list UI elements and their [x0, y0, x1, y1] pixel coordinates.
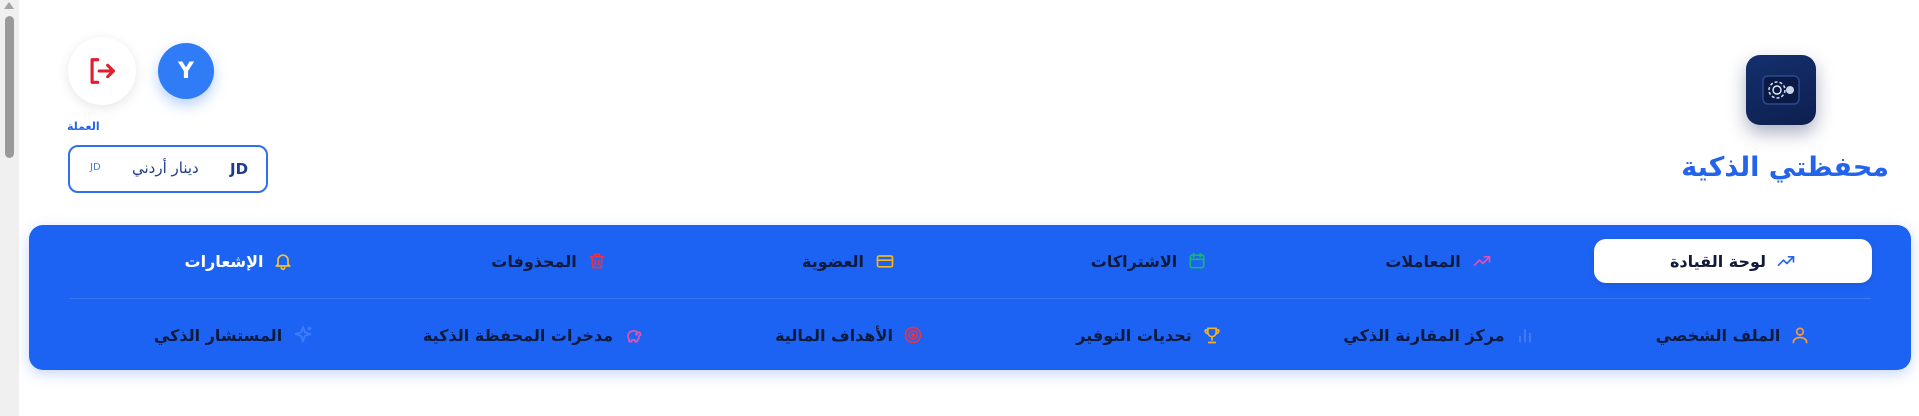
nav-item-label: الاشتراكات	[1090, 251, 1178, 271]
nav-item-label: المستشار الذكي	[153, 325, 283, 345]
nav-item-membership[interactable]: العضوية	[729, 239, 969, 283]
nav-item-label: مركز المقارنة الذكي	[1343, 325, 1505, 345]
nav-item-trash[interactable]: المحذوفات	[429, 239, 669, 283]
currency-symbol: JD	[90, 162, 101, 173]
main-navigation: لوحة القيادة المعاملات الاشتراكات العضوي…	[29, 225, 1911, 370]
trophy-icon	[1204, 327, 1220, 344]
nav-item-profile[interactable]: الملف الشخصي	[1599, 313, 1867, 357]
sparkles-icon	[294, 325, 312, 343]
logout-icon	[90, 58, 115, 84]
calendar-icon	[1189, 252, 1205, 269]
trend-icon	[1473, 255, 1491, 266]
currency-code: JD	[230, 160, 249, 178]
brand-title: محفظتي الذكية	[1681, 152, 1889, 183]
wallet-icon	[1762, 75, 1800, 105]
scrollbar[interactable]	[0, 0, 19, 416]
nav-item-saving-challenges[interactable]: تحديات التوفير	[1019, 313, 1279, 357]
nav-item-comparison-center[interactable]: مركز المقارنة الذكي	[1299, 313, 1579, 357]
nav-item-label: تحديات التوفير	[1076, 325, 1192, 345]
nav-item-dashboard[interactable]: لوحة القيادة	[1594, 239, 1872, 283]
nav-item-label: لوحة القيادة	[1669, 251, 1767, 271]
nav-item-label: الإشعارات	[184, 251, 264, 271]
app-page: محفظتي الذكية Y العملة JD دينار أردني JD…	[19, 0, 1919, 416]
nav-item-wallet-savings[interactable]: مدخرات المحفظة الذكية	[389, 313, 679, 357]
credit-card-icon	[876, 255, 894, 268]
scroll-up-arrow[interactable]	[4, 2, 14, 9]
trend-up-icon	[1777, 255, 1795, 266]
bell-icon	[275, 254, 291, 271]
user-avatar[interactable]: Y	[158, 43, 214, 99]
nav-item-label: المعاملات	[1385, 251, 1461, 271]
piggy-bank-icon	[627, 330, 642, 343]
user-icon	[1792, 327, 1808, 344]
currency-select[interactable]: JD دينار أردني JD	[68, 145, 268, 193]
bar-chart-icon	[1518, 329, 1531, 343]
nav-item-label: الملف الشخصي	[1655, 325, 1781, 345]
nav-item-transactions[interactable]: المعاملات	[1319, 239, 1559, 283]
nav-divider	[69, 298, 1871, 299]
target-icon	[904, 326, 922, 344]
currency-label: العملة	[67, 120, 100, 133]
nav-item-financial-goals[interactable]: الأهداف المالية	[719, 313, 979, 357]
nav-item-label: المحذوفات	[491, 251, 577, 271]
nav-item-notifications[interactable]: الإشعارات	[119, 239, 359, 283]
currency-name: دينار أردني	[132, 159, 199, 177]
nav-item-label: مدخرات المحفظة الذكية	[422, 325, 614, 345]
brand-logo[interactable]	[1746, 55, 1816, 125]
nav-item-smart-advisor[interactable]: المستشار الذكي	[109, 313, 359, 357]
scrollbar-thumb[interactable]	[5, 16, 14, 158]
nav-item-label: الأهداف المالية	[775, 325, 893, 345]
trash-icon	[589, 253, 605, 269]
logout-button[interactable]	[68, 37, 136, 105]
nav-item-subscriptions[interactable]: الاشتراكات	[1029, 239, 1269, 283]
nav-item-label: العضوية	[801, 251, 865, 271]
